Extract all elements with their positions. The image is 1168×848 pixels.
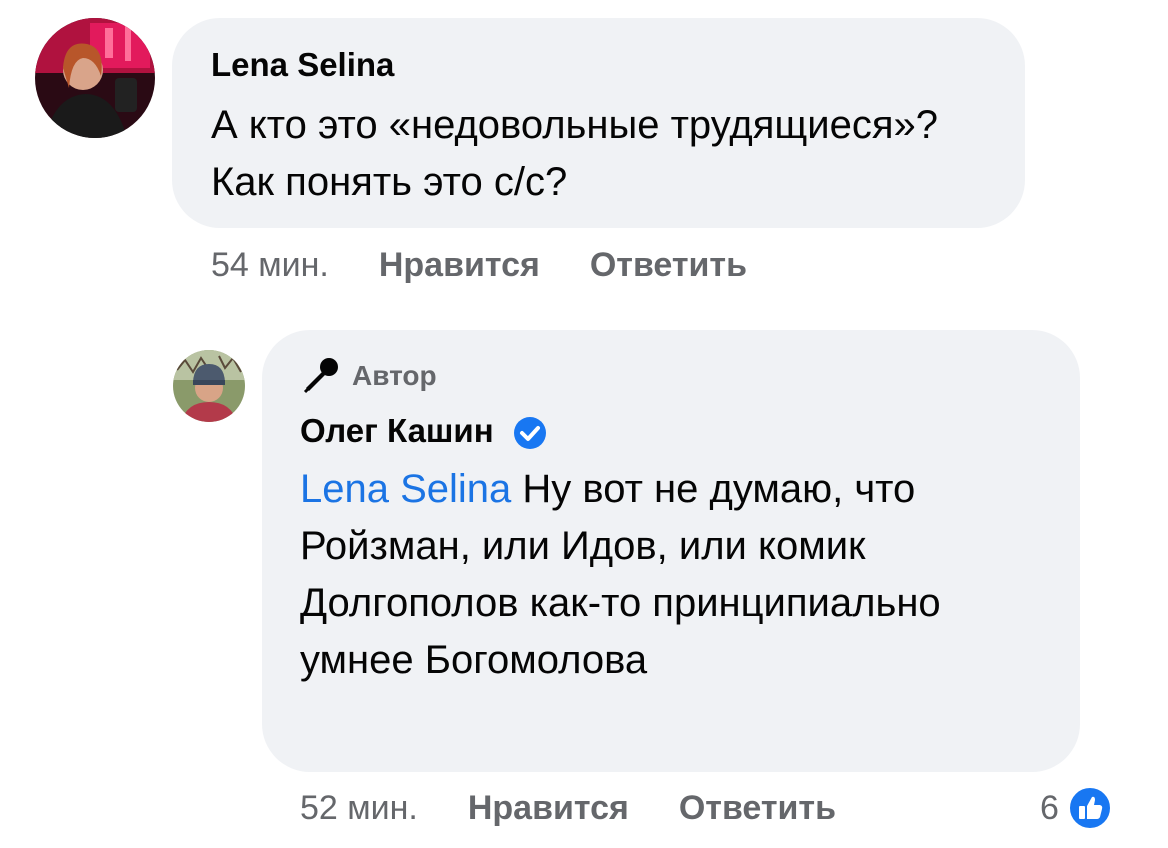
comment-reply-button[interactable]: Ответить: [590, 246, 747, 284]
reply-timestamp[interactable]: 52 мин.: [300, 789, 418, 827]
comment-author-name[interactable]: Lena Selina: [211, 46, 394, 84]
reply-text: Lena Selina Ну вот не думаю, что Ройзман…: [300, 461, 1060, 689]
reaction-count: 6: [1040, 788, 1059, 827]
author-badge-label: Автор: [352, 360, 437, 391]
avatar-lena-selina[interactable]: [35, 18, 155, 138]
reply-mention-link[interactable]: Lena Selina: [300, 467, 511, 511]
reply-author-name[interactable]: Олег Кашин: [300, 412, 547, 450]
comment-like-button[interactable]: Нравится: [379, 246, 540, 284]
verified-badge-icon: [513, 417, 546, 450]
microphone-icon: [303, 358, 338, 394]
author-badge: Автор: [300, 356, 437, 396]
comment-text: А кто это «недовольные трудящиеся»? Как …: [211, 103, 939, 204]
reply-like-button[interactable]: Нравится: [468, 789, 629, 827]
reply-author-label: Олег Кашин: [300, 412, 494, 449]
like-reaction-icon: [1067, 786, 1112, 830]
comment-timestamp[interactable]: 54 мин.: [211, 246, 329, 284]
avatar-oleg-kashin[interactable]: [173, 350, 245, 422]
comment-meta: 54 мин. Нравится Ответить: [211, 246, 747, 285]
reaction-summary[interactable]: 6: [1040, 785, 1113, 831]
reply-reply-button[interactable]: Ответить: [679, 789, 836, 827]
reply-meta: 52 мин. Нравится Ответить: [300, 789, 836, 828]
